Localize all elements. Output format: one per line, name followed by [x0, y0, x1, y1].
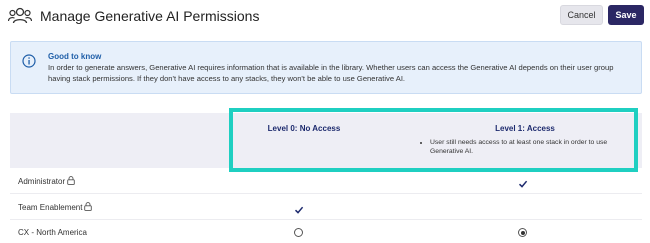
row-name: CX - North America — [18, 228, 87, 237]
cancel-button[interactable]: Cancel — [560, 5, 603, 25]
table-row: Administrator — [10, 168, 642, 194]
row-name: Team Enablement — [18, 202, 93, 212]
radio-button-selected[interactable] — [518, 228, 527, 237]
check-icon[interactable] — [518, 176, 528, 188]
row-name: Administrator — [18, 176, 75, 186]
highlight-box — [229, 108, 638, 172]
radio-level-1[interactable] — [518, 228, 528, 238]
table-row: CX - North America — [10, 220, 642, 243]
radio-button[interactable] — [294, 228, 303, 237]
people-icon — [8, 7, 32, 24]
row-name-text: Team Enablement — [18, 203, 83, 212]
page-title: Manage Generative AI Permissions — [40, 8, 260, 24]
page-header: Manage Generative AI Permissions Cancel … — [0, 0, 650, 32]
check-icon[interactable] — [294, 202, 304, 214]
table-row: Team Enablement — [10, 194, 642, 220]
row-name-text: CX - North America — [18, 228, 87, 237]
lock-icon — [67, 176, 75, 185]
save-button[interactable]: Save — [608, 5, 644, 25]
info-body: In order to generate answers, Generative… — [48, 63, 614, 83]
row-name-text: Administrator — [18, 177, 66, 186]
radio-level-0[interactable] — [294, 228, 304, 238]
info-banner: Good to know In order to generate answer… — [10, 41, 642, 94]
info-icon — [22, 54, 36, 68]
info-title: Good to know — [48, 52, 102, 61]
lock-icon — [84, 202, 93, 211]
